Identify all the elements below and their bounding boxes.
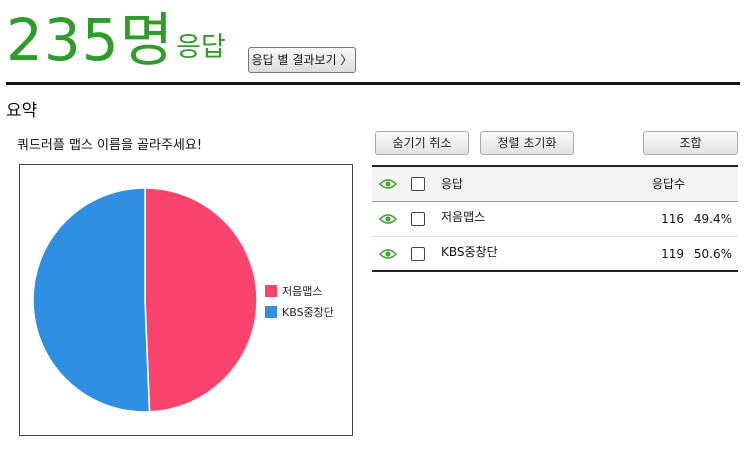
eye-icon[interactable] [379, 213, 397, 225]
view-by-response-button[interactable]: 응답 별 결과보기 〉 [248, 47, 356, 73]
row-count: 116 [661, 212, 684, 226]
column-header-response: 응답 [441, 177, 464, 191]
legend-label: KBS중창단 [282, 306, 334, 319]
pie-chart-panel: 저음맵스 KBS중창단 [19, 164, 353, 436]
pie-chart: 저음맵스 KBS중창단 [32, 187, 334, 413]
combine-button[interactable]: 조합 [643, 131, 738, 155]
legend-swatch [265, 285, 277, 297]
table-row: 저음맵스 116 49.4% [372, 202, 738, 236]
eye-icon[interactable] [379, 178, 397, 190]
response-count-label: 응답 [176, 32, 226, 63]
legend-swatch [265, 306, 277, 318]
table-header: 응답 응답수 [372, 167, 738, 201]
question-text: 쿼드러플 맵스 이름을 골라주세요! [17, 138, 203, 153]
sort-reset-button[interactable]: 정렬 초기화 [480, 131, 574, 155]
pie-slice-1 [144, 187, 258, 413]
select-all-checkbox[interactable] [411, 177, 425, 191]
column-header-count: 응답수 [652, 177, 686, 191]
row-percent: 50.6% [693, 247, 732, 261]
header-divider [6, 82, 740, 85]
row-percent: 49.4% [693, 212, 732, 226]
row-checkbox[interactable] [411, 212, 425, 226]
response-count: 235명 [6, 6, 175, 74]
row-checkbox[interactable] [411, 247, 425, 261]
table-bottom-rule [372, 270, 738, 272]
table-row: KBS중창단 119 50.6% [372, 237, 738, 271]
summary-title: 요약 [6, 101, 38, 121]
row-count: 119 [661, 247, 684, 261]
eye-icon[interactable] [379, 248, 397, 260]
hide-cancel-button[interactable]: 숨기기 취소 [375, 131, 469, 155]
row-label: 저음맵스 [441, 210, 486, 224]
pie-slice-2 [32, 187, 151, 413]
legend-label: 저음맵스 [282, 285, 322, 298]
row-label: KBS중창단 [441, 245, 498, 259]
